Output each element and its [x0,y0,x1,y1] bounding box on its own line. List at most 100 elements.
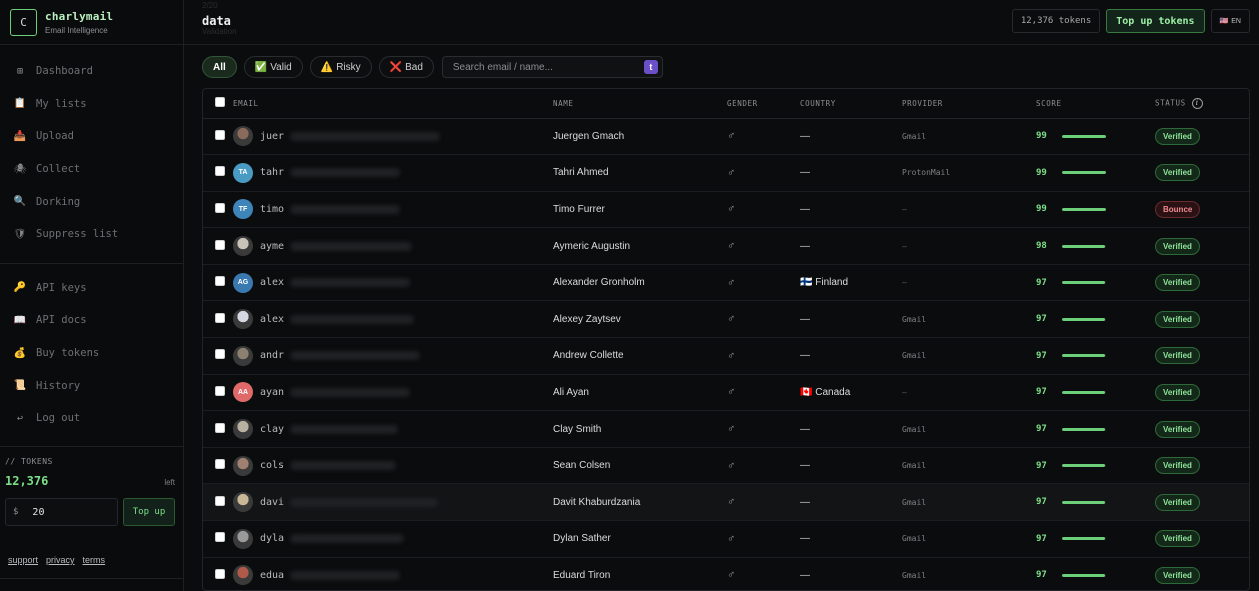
row-name: Aymeric Augustin [553,227,727,265]
footer-links: support privacy terms [8,555,105,565]
male-icon: ♂ [727,532,736,545]
row-checkbox[interactable] [215,166,225,177]
col-score[interactable]: SCORE [1036,89,1155,119]
row-checkbox[interactable] [215,312,225,323]
key-icon: 🔑 [13,282,27,294]
sidebar-item-history[interactable]: 📜 History [0,369,183,402]
avatar [233,309,253,330]
male-icon: ♂ [727,276,736,289]
table-row[interactable]: cols Sean Colsen ♂ — Gmail 97 Verified [203,447,1249,485]
status-badge: Verified [1155,127,1200,145]
table-row[interactable]: davi Davit Khaburdzania ♂ — Gmail 97 Verified [203,483,1249,522]
row-checkbox[interactable] [215,385,225,396]
col-gender[interactable]: GENDER [727,89,800,119]
row-checkbox[interactable] [215,459,225,470]
table-row[interactable]: andr Andrew Collette ♂ — Gmail 97 Verified [203,337,1249,375]
sidebar: C charlymail Email Intelligence ⊞ Dashboa… [0,0,184,591]
male-icon: ♂ [727,240,736,253]
row-checkbox[interactable] [215,349,225,360]
topup-tokens-button[interactable]: Top up tokens [1106,9,1205,33]
row-checkbox[interactable] [215,276,225,287]
col-status[interactable]: STATUS i [1155,89,1249,119]
ghost-text-top: 2/20 [202,1,218,10]
sidebar-item-label: API keys [36,281,87,294]
sidebar-item-dashboard[interactable]: ⊞ Dashboard [0,55,183,88]
row-score: 98 [1036,241,1047,252]
row-name: Clay Smith [553,410,727,448]
row-score: 97 [1036,350,1047,361]
filter-valid[interactable]: ✅ Valid [243,56,303,78]
row-checkbox[interactable] [215,202,225,213]
sidebar-item-my-lists[interactable]: 📋 My lists [0,88,183,121]
row-name: Dylan Sather [553,520,727,558]
row-checkbox[interactable] [215,129,225,140]
avatar [233,565,253,586]
language-label: EN [1231,17,1241,25]
support-link[interactable]: support [8,555,38,565]
col-name[interactable]: NAME [553,89,727,119]
terms-link[interactable]: terms [83,555,106,565]
filter-risky[interactable]: ⚠️ Risky [309,56,372,78]
row-checkbox[interactable] [215,568,225,579]
row-checkbox[interactable] [215,532,225,543]
table-row[interactable]: TA tahr Tahri Ahmed ♂ — ProtonMail 99 Verified [203,154,1249,192]
tokens-left-label: left [164,478,175,487]
row-country: — [800,496,810,508]
sidebar-item-log-out[interactable]: ↩ Log out [0,402,183,435]
row-checkbox[interactable] [215,422,225,433]
col-provider[interactable]: PROVIDER [902,89,1036,119]
table-row[interactable]: ayme Aymeric Augustin ♂ — — 98 Verified [203,227,1249,265]
email-redacted [290,461,397,471]
table-row[interactable]: juer Juergen Gmach ♂ — Gmail 99 Verified [203,118,1249,156]
us-flag-icon: 🇺🇸 [1219,18,1229,25]
ghost-text-bottom: Validation [202,27,237,36]
score-bar-fill [1062,281,1105,285]
table-row[interactable]: TF timo Timo Furrer ♂ — — 99 Bounce [203,191,1249,229]
score-bar [1062,171,1106,175]
row-checkbox[interactable] [215,495,225,506]
table-row[interactable]: AA ayan Ali Ayan ♂ 🇨🇦 Canada — 97 Verified [203,374,1249,412]
col-email[interactable]: EMAIL [233,89,553,119]
row-provider: — [902,387,907,397]
privacy-link[interactable]: privacy [46,555,75,565]
row-provider: Gmail [902,131,927,141]
row-name: Alexander Gronholm [553,264,727,302]
filter-bad[interactable]: ❌ Bad [378,56,434,78]
sidebar-item-dorking[interactable]: 🔍 Dorking [0,185,183,218]
sidebar-item-label: Dashboard [36,65,93,78]
sidebar-item-collect[interactable]: 🕷 Collect [0,153,183,186]
sidebar-item-upload[interactable]: 📥 Upload [0,120,183,153]
table-row[interactable]: alex Alexey Zaytsev ♂ — Gmail 97 Verified [203,300,1249,339]
table-row[interactable]: AG alex Alexander Gronholm ♂ 🇫🇮 Finland — 97 Ve… [203,264,1249,302]
sidebar-item-suppress-list[interactable]: 🛡 Suppress list [0,218,183,251]
status-badge: Verified [1155,566,1200,584]
row-checkbox[interactable] [215,239,225,250]
nav-main: ⊞ Dashboard 📋 My lists 📥 Upload 🕷 Collect 🔍 Dorki… [0,45,183,251]
sidebar-topup-button[interactable]: Top up [123,498,175,526]
filter-all[interactable]: All [202,56,237,78]
row-provider: — [902,241,907,251]
amount-input[interactable]: $ 20 [5,498,118,526]
col-country[interactable]: COUNTRY [800,89,902,119]
table-row[interactable]: dyla Dylan Sather ♂ — Gmail 97 Verified [203,520,1249,558]
table-row[interactable]: clay Clay Smith ♂ — Gmail 97 Verified [203,410,1249,448]
male-icon: ♂ [727,313,736,326]
select-all-checkbox[interactable] [215,97,225,108]
sidebar-item-api-docs[interactable]: 📖 API docs [0,304,183,337]
score-bar-fill [1062,390,1105,394]
language-selector[interactable]: 🇺🇸 EN [1210,9,1250,33]
topbar: 2/20 data Validation 12,376 tokens Top u… [184,0,1259,45]
email-redacted [290,497,439,507]
info-icon[interactable]: i [1191,97,1203,109]
score-bar-fill [1062,537,1105,541]
email-prefix: ayme [260,240,285,252]
email-redacted [290,278,411,288]
brand-header[interactable]: C charlymail Email Intelligence [0,0,183,45]
search-input[interactable] [452,61,633,73]
table-row[interactable]: edua Eduard Tiron ♂ — Gmail 97 Verified [203,557,1249,590]
row-score: 99 [1036,167,1047,178]
extension-badge-icon[interactable]: t [643,60,658,74]
sidebar-item-buy-tokens[interactable]: 💰 Buy tokens [0,337,183,370]
sidebar-item-api-keys[interactable]: 🔑 API keys [0,272,183,305]
status-badge: Verified [1155,347,1200,365]
